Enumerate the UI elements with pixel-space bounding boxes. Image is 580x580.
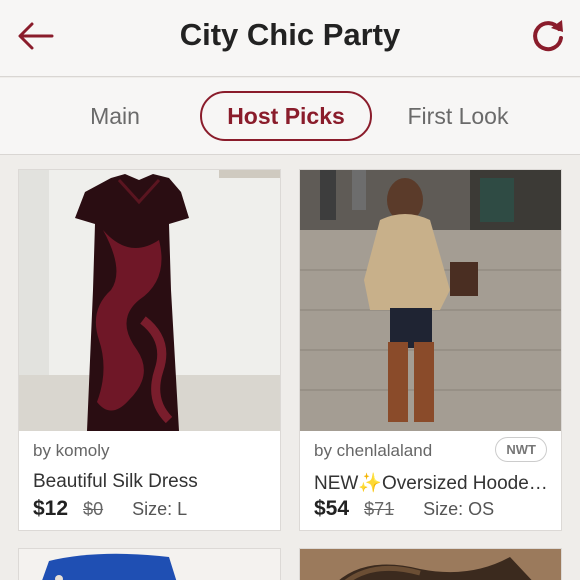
listing-size: Size: OS (423, 499, 495, 519)
refresh-icon (533, 20, 563, 52)
top-bar: City Chic Party (0, 0, 580, 77)
listing-card[interactable] (18, 548, 281, 580)
listing-photo[interactable] (300, 170, 561, 431)
seller-name[interactable]: by chenlalaland (314, 441, 432, 461)
tab-host-picks[interactable]: Host Picks (200, 91, 372, 141)
listing-photo[interactable] (19, 170, 280, 431)
original-price: $0 (83, 499, 104, 519)
listing-card[interactable]: by komoly Beautiful Silk Dress $12 $0 Si… (18, 169, 281, 531)
listing-card[interactable]: by chenlalaland NWT NEW✨Oversized Hooded… (299, 169, 562, 531)
listing-title: Beautiful Silk Dress (33, 471, 198, 492)
original-price: $71 (364, 499, 395, 519)
listing-photo[interactable] (300, 549, 561, 580)
price-row: $12 $0 Size: L (33, 497, 187, 521)
listing-photo[interactable] (19, 549, 280, 580)
refresh-button[interactable] (528, 16, 568, 56)
tab-main[interactable]: Main (60, 91, 170, 141)
seller-name[interactable]: by komoly (33, 441, 110, 461)
page-title: City Chic Party (179, 17, 401, 52)
listing-title: NEW✨Oversized Hooded Sweater (314, 473, 554, 494)
listing-price: $12 (33, 497, 69, 520)
listing-size: Size: L (132, 499, 188, 519)
listing-price: $54 (314, 497, 350, 520)
listing-card[interactable] (299, 548, 562, 580)
price-row: $54 $71 Size: OS (314, 497, 494, 521)
tab-bar: Main Host Picks First Look (0, 78, 580, 155)
nwt-badge: NWT (495, 437, 547, 462)
tab-first-look[interactable]: First Look (392, 91, 524, 141)
